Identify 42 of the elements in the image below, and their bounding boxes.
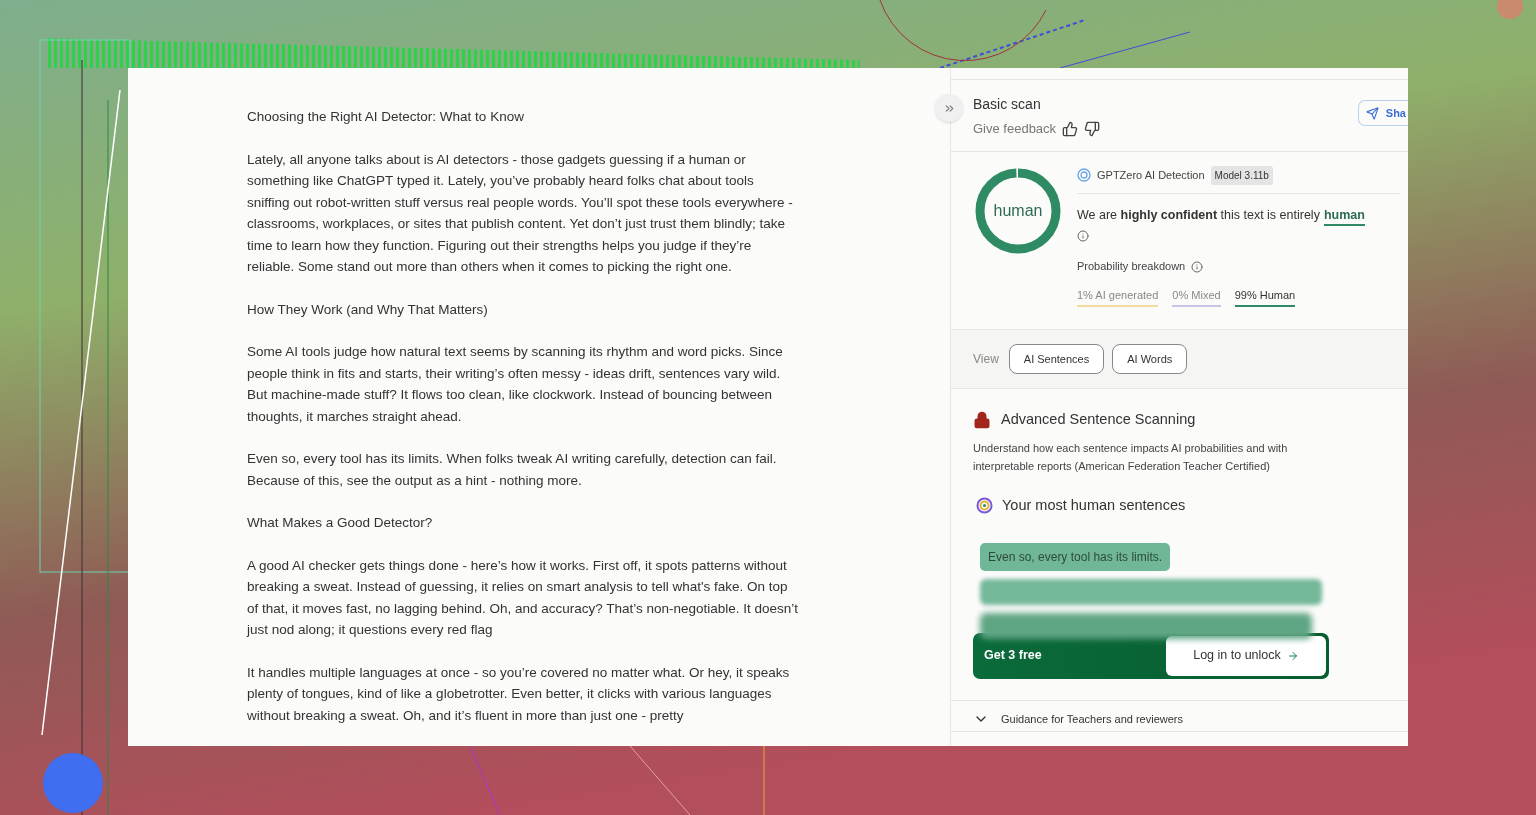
thin-line: [763, 745, 765, 815]
thin-line: [629, 745, 691, 815]
view-button[interactable]: AI Words: [1112, 344, 1188, 375]
arrow-icon: [1286, 649, 1299, 662]
document-paragraph: It handles multiple languages at once - so you’re covered no matter what. Or hey, it speaks plenty of tongues, kind of like a globetrotter. Even better, it clicks with various languages without breaking a sweat. Oh, and it’s fluent in more than just one - pretty: [247, 663, 791, 725]
share-button[interactable]: Sha: [1357, 100, 1408, 126]
document-paragraph: What Makes a Good Detector?: [247, 514, 434, 532]
detector-logo-icon: [1077, 168, 1091, 182]
document-paragraph: Lately, all anyone talks about is AI detectors - those gadgets guessing if a human or something like ChatGPT typed it. Lately, you’ve probably heard folks chat about tools sniffing out robot-written stuff versus real people words. You’ll spot these tools everywhere - classrooms, workplaces, or sites that publish content. Yet don’t just trust them blindly; take time to learn how they function. Figuring out their strengths helps you judge if they’re reliable. Some stand out more than others when it comes to picking the right one.: [247, 150, 794, 276]
info-icon[interactable]: [1191, 260, 1204, 273]
free-offer: Get 3 free: [984, 647, 1042, 665]
human-sentence: Even so, every tool has its limits.: [980, 542, 1171, 571]
send-icon: [1365, 106, 1379, 120]
thumbs-down-icon[interactable]: [1084, 120, 1101, 137]
section-title: Your most human sentences: [1002, 496, 1186, 515]
detector-name: GPTZero AI Detection: [1097, 167, 1205, 183]
breakdown-value: 99% Human: [1234, 286, 1296, 308]
verdict-text: We are highly confident this text is entirely: [1077, 206, 1320, 224]
round-dot: [43, 753, 103, 813]
lock-icon: [973, 411, 991, 430]
unlock-button[interactable]: Log in to unlock: [1166, 635, 1326, 676]
document-paragraph: How They Work (and Why That Matters): [247, 300, 489, 319]
thin-line: [469, 745, 501, 815]
breakdown-label: Probability breakdown: [1077, 259, 1186, 275]
scan-title: Basic scan: [973, 95, 1042, 114]
ring-label: human: [993, 200, 1043, 221]
model-tag: Model 3.11b: [1210, 165, 1273, 185]
guidance-label[interactable]: Guidance for Teachers and reviewers: [1001, 710, 1183, 728]
document-paragraph: Even so, every tool has its limits. When folks tweak AI writing carefully, detection can fail. Because of this, see the output as a hint - nothing more.: [247, 450, 778, 490]
section-title: Advanced Sentence Scanning: [1001, 410, 1196, 430]
thumbs-up-icon[interactable]: [1062, 120, 1079, 137]
info-icon[interactable]: [1077, 230, 1089, 243]
verdict-word: human: [1323, 205, 1365, 227]
document-paragraph: Some AI tools judge how natural text seems by scanning its rhythm and word picks. Since people think in fits and starts, their writing’s often messy - ideas drift, sentences vary wild. But machine-made stuff? It flows too clean, like clockwork. Instead of bouncing between thoughts, it marches straight ahead.: [247, 343, 784, 426]
breakdown-value: 0% Mixed: [1172, 286, 1221, 308]
document-paragraph: Choosing the Right AI Detector: What to Know: [247, 108, 525, 126]
breakdown-value: 1% AI generated: [1077, 286, 1159, 308]
view-button[interactable]: AI Sentences: [1008, 344, 1105, 375]
view-label: View: [973, 351, 999, 369]
feedback-label: Give feedback: [973, 120, 1057, 138]
document-paragraph: A good AI checker gets things done - here’s how it works. First off, it spots patterns without breaking a sweat. Instead of guessing, it relies on smart analysis to tell what's fake. On top of that, it moves fast, no lagging behind. Oh, and accuracy? That’s non-negotiable. It doesn’t just nod along; it questions every red flag: [247, 556, 800, 639]
section-description: Understand how each sentence impacts AI probabilities and with interpretable reports (American Federation Teacher Certified): [973, 441, 1289, 474]
